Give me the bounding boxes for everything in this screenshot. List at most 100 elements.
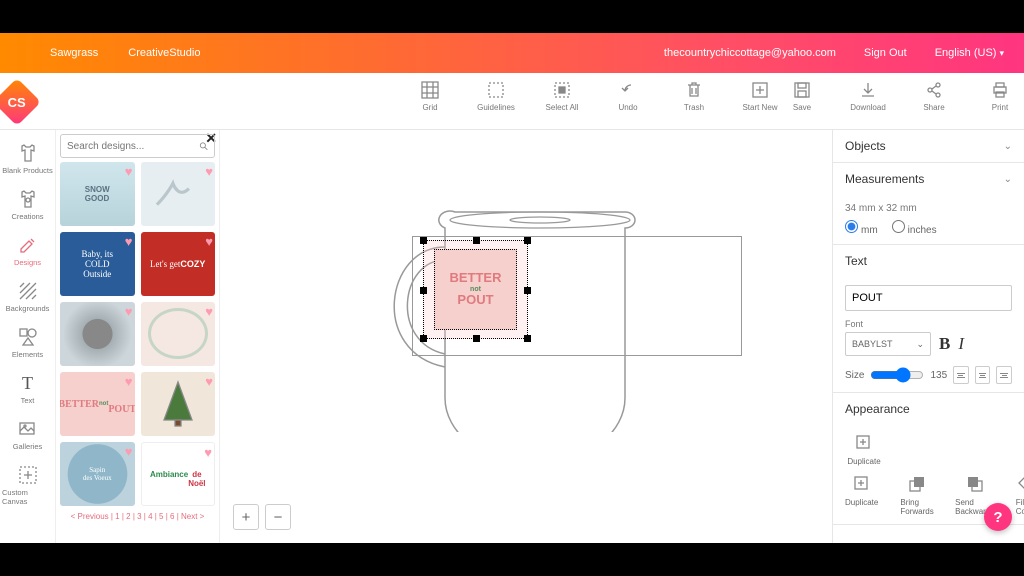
duplicate-icon: [854, 433, 874, 453]
design-thumb[interactable]: ♥: [141, 302, 216, 366]
trash-icon: [685, 81, 703, 99]
undo-tool[interactable]: Undo: [607, 81, 649, 112]
top-bar: Sawgrass CreativeStudio thecountrychicco…: [0, 33, 1024, 73]
galleries-icon: [18, 419, 38, 439]
design-thumb[interactable]: BETTERnotPOUT♥: [60, 372, 135, 436]
resize-handle[interactable]: [524, 335, 531, 342]
heart-icon[interactable]: ♥: [205, 234, 213, 249]
size-label: Size: [845, 370, 864, 381]
design-thumb[interactable]: ♥: [141, 162, 216, 226]
design-browser: ✕ SNOWGOOD♥ ♥ Baby, itsCOLDOutside♥ Let'…: [56, 130, 220, 543]
user-email[interactable]: thecountrychiccottage@yahoo.com: [664, 47, 836, 59]
sidebar-blank-products[interactable]: Blank Products: [0, 136, 55, 182]
language-selector[interactable]: English (US)▾: [935, 47, 1004, 59]
heart-icon[interactable]: ♥: [204, 445, 212, 460]
design-thumb[interactable]: Sapindes Voeux♥: [60, 442, 135, 506]
pager[interactable]: < Previous | 1 | 2 | 3 | 4 | 5 | 6 | Nex…: [60, 512, 215, 521]
fill-color-button[interactable]: Fill Color: [1016, 474, 1024, 516]
brand-sawgrass[interactable]: Sawgrass: [50, 47, 98, 59]
zoom-in-button[interactable]: +: [233, 504, 259, 530]
measurements-section-header[interactable]: Measurements⌄: [833, 163, 1024, 195]
design-thumb[interactable]: AmbiancedeNoël♥: [141, 442, 216, 506]
creations-icon: [18, 189, 38, 209]
sidebar-backgrounds[interactable]: Backgrounds: [0, 274, 55, 320]
select-all-tool[interactable]: Select All: [541, 81, 583, 112]
size-value: 135: [930, 370, 947, 381]
select-all-icon: [553, 81, 571, 99]
resize-handle[interactable]: [420, 335, 427, 342]
guidelines-tool[interactable]: Guidelines: [475, 81, 517, 112]
text-icon: T: [18, 373, 38, 393]
share-tool[interactable]: Share: [913, 81, 955, 112]
design-thumb[interactable]: ♥: [141, 372, 216, 436]
save-icon: [793, 81, 811, 99]
grid-tool[interactable]: Grid: [409, 81, 451, 112]
unit-inches-radio[interactable]: inches: [892, 220, 937, 236]
unit-mm-radio[interactable]: mm: [845, 220, 878, 236]
objects-section-header[interactable]: Objects⌄: [833, 130, 1024, 162]
sidebar-designs[interactable]: Designs: [0, 228, 55, 274]
guidelines-icon: [487, 81, 505, 99]
appearance-section-header[interactable]: Appearance: [833, 393, 1024, 425]
size-slider[interactable]: [870, 367, 924, 383]
heart-icon[interactable]: ♥: [125, 304, 133, 319]
duplicate-button-top[interactable]: Duplicate: [845, 433, 883, 466]
font-label: Font: [845, 319, 1012, 329]
resize-handle[interactable]: [420, 237, 427, 244]
trash-tool[interactable]: Trash: [673, 81, 715, 112]
design-thumb[interactable]: ♥: [60, 302, 135, 366]
dimensions-readout: 34 mm x 32 mm: [845, 203, 1012, 214]
print-icon: [991, 81, 1009, 99]
print-tool[interactable]: Print: [979, 81, 1021, 112]
heart-icon[interactable]: ♥: [125, 444, 133, 459]
sidebar-galleries[interactable]: Galleries: [0, 412, 55, 458]
sidebar-elements[interactable]: Elements: [0, 320, 55, 366]
sidebar-custom-canvas[interactable]: Custom Canvas: [0, 458, 55, 513]
search-input[interactable]: [60, 134, 215, 158]
heart-icon[interactable]: ♥: [125, 234, 133, 249]
heart-icon[interactable]: ♥: [205, 164, 213, 179]
zoom-out-button[interactable]: −: [265, 504, 291, 530]
align-center-button[interactable]: [975, 366, 991, 384]
align-right-button[interactable]: [996, 366, 1012, 384]
bold-button[interactable]: B: [939, 334, 950, 354]
app-logo[interactable]: CS: [0, 73, 34, 130]
undo-icon: [619, 81, 637, 99]
share-icon: [925, 81, 943, 99]
resize-handle[interactable]: [473, 335, 480, 342]
sign-out-link[interactable]: Sign Out: [864, 47, 907, 59]
sidebar-creations[interactable]: Creations: [0, 182, 55, 228]
design-thumb[interactable]: SNOWGOOD♥: [60, 162, 135, 226]
bring-forward-icon: [907, 474, 927, 494]
text-content-input[interactable]: [845, 285, 1012, 311]
sidebar-text[interactable]: TText: [0, 366, 55, 412]
backgrounds-icon: [18, 281, 38, 301]
heart-icon[interactable]: ♥: [125, 164, 133, 179]
italic-button[interactable]: I: [958, 334, 964, 354]
help-fab[interactable]: ?: [984, 503, 1012, 531]
canvas-area[interactable]: BETTER not POUT + −: [220, 130, 832, 543]
start-new-tool[interactable]: Start New: [739, 81, 781, 112]
heart-icon[interactable]: ♥: [205, 374, 213, 389]
heart-icon[interactable]: ♥: [125, 374, 133, 389]
text-section-header[interactable]: Text: [833, 245, 1024, 277]
align-left-button[interactable]: [953, 366, 969, 384]
selected-design-object[interactable]: BETTER not POUT: [423, 240, 528, 339]
resize-handle[interactable]: [524, 237, 531, 244]
font-select[interactable]: BABYLST⌄: [845, 332, 931, 356]
design-thumb[interactable]: Let's getCOZY♥: [141, 232, 216, 296]
duplicate-button[interactable]: Duplicate: [845, 474, 878, 516]
plus-square-icon: [751, 81, 769, 99]
save-tool[interactable]: Save: [781, 81, 823, 112]
heart-icon[interactable]: ♥: [205, 304, 213, 319]
resize-handle[interactable]: [473, 237, 480, 244]
resize-handle[interactable]: [420, 287, 427, 294]
bring-forwards-button[interactable]: Bring Forwards: [900, 474, 933, 516]
brand-creativestudio[interactable]: CreativeStudio: [128, 47, 200, 59]
design-thumb[interactable]: Baby, itsCOLDOutside♥: [60, 232, 135, 296]
send-backward-icon: [965, 474, 985, 494]
right-panel: Objects⌄ Measurements⌄ 34 mm x 32 mm mm …: [832, 130, 1024, 543]
download-tool[interactable]: Download: [847, 81, 889, 112]
chevron-down-icon: ⌄: [916, 339, 924, 350]
resize-handle[interactable]: [524, 287, 531, 294]
